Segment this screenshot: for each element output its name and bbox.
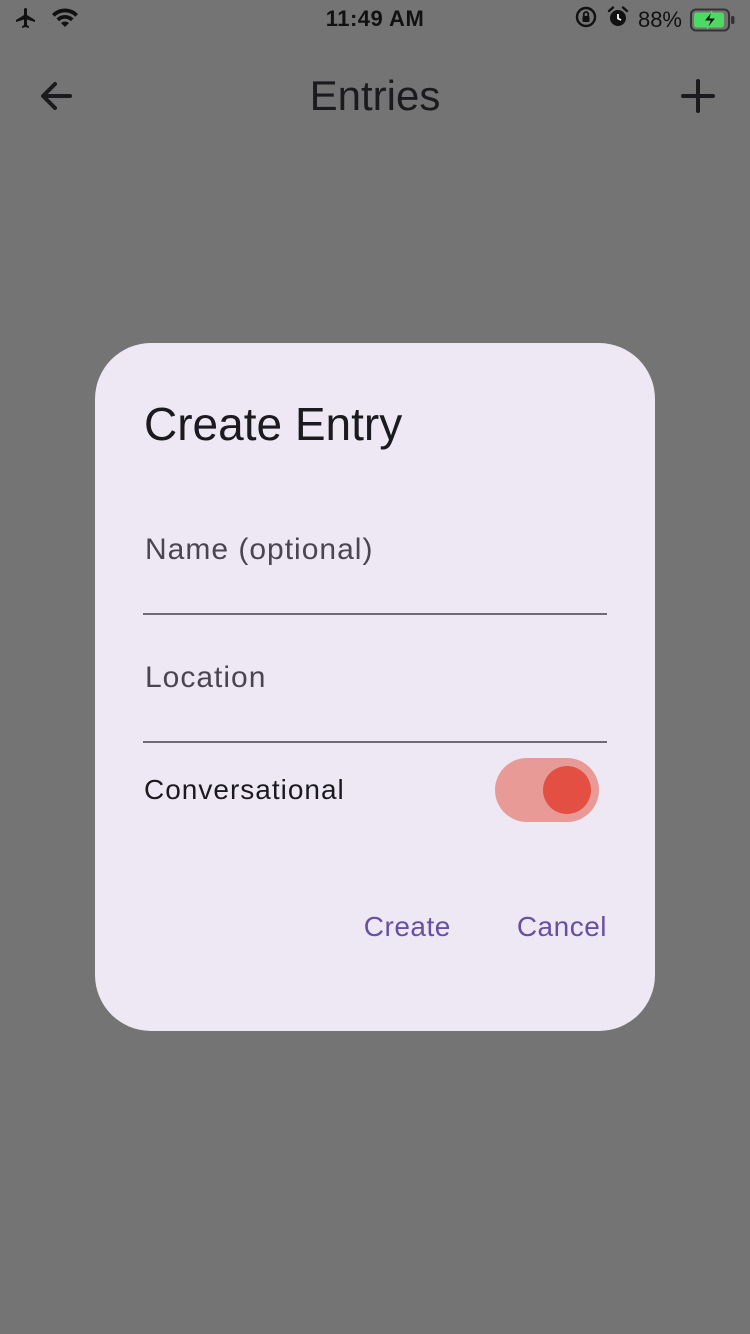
name-input[interactable] xyxy=(143,523,607,577)
app-bar: Entries xyxy=(0,40,750,152)
dialog-actions: Create Cancel xyxy=(364,911,607,943)
add-entry-button[interactable] xyxy=(672,72,724,124)
battery-percent: 88% xyxy=(637,6,682,32)
status-bar: 11:49 AM 88% xyxy=(0,0,750,40)
conversational-label: Conversational xyxy=(144,774,345,805)
conversational-toggle[interactable] xyxy=(495,758,599,822)
location-input[interactable] xyxy=(143,651,607,705)
plus-icon xyxy=(678,76,718,121)
create-button[interactable]: Create xyxy=(364,911,451,943)
page-title: Entries xyxy=(309,72,441,119)
toggle-thumb xyxy=(543,766,591,814)
location-field xyxy=(143,651,607,743)
location-field-underline xyxy=(143,741,607,743)
battery-charging-icon xyxy=(690,8,736,32)
dialog-title: Create Entry xyxy=(144,398,403,450)
name-field-underline xyxy=(143,613,607,615)
create-entry-dialog: Create Entry Conversational Create Cance… xyxy=(95,343,655,1031)
name-field xyxy=(143,523,607,615)
cancel-button[interactable]: Cancel xyxy=(517,911,607,943)
conversational-row: Conversational xyxy=(143,756,607,826)
rotation-lock-icon xyxy=(574,5,598,34)
alarm-icon xyxy=(606,5,630,34)
status-right: 88% xyxy=(574,5,736,34)
